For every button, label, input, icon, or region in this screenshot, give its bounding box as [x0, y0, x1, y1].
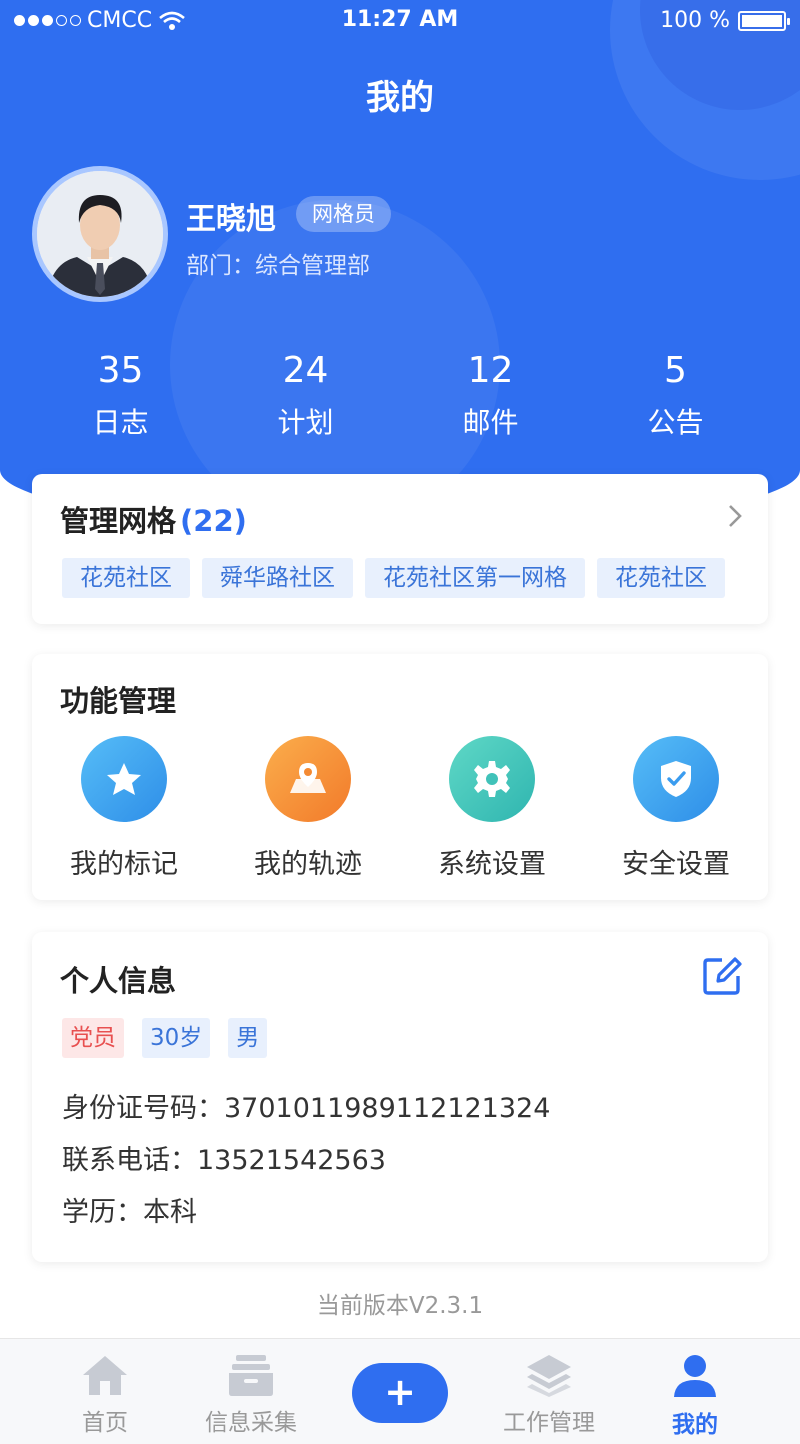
layers-icon — [527, 1355, 571, 1397]
role-badge: 网格员 — [296, 196, 391, 232]
party-badge: 党员 — [62, 1018, 124, 1058]
status-bar: CMCC 11:27 AM 100 % — [0, 0, 800, 42]
edit-icon[interactable] — [700, 954, 744, 998]
function-system-settings[interactable]: 系统设置 — [400, 736, 584, 881]
stat-label: 公告 — [647, 406, 704, 439]
grid-tag[interactable]: 花苑社区 — [62, 558, 190, 598]
function-list: 我的标记 我的轨迹 系统设置 安全设置 — [32, 736, 768, 881]
info-lines: 身份证号码：370101198911212132​4 联系电话：13521542… — [62, 1088, 550, 1244]
grid-tag[interactable]: 花苑社区 — [597, 558, 725, 598]
stat-label: 邮件 — [462, 406, 519, 439]
stat-value: 12 — [467, 350, 514, 391]
tab-label: 信息采集 — [205, 1410, 297, 1436]
add-button[interactable]: + — [352, 1363, 448, 1423]
stat-mail[interactable]: 12 邮件 — [398, 350, 583, 441]
tab-label: 我的 — [672, 1412, 718, 1438]
age-badge: 30岁 — [142, 1018, 211, 1058]
info-badges: 党员 30岁 男 — [62, 1018, 268, 1058]
card-title: 个人信息 — [60, 964, 177, 998]
phone-number: 联系电话：13521542563 — [62, 1145, 386, 1176]
bottom-tab-bar: 首页 信息采集 + 工作管理 我的 — [0, 1338, 800, 1444]
grid-tags: 花苑社区 舜华路社区 花苑社区第一网格 花苑社区 — [62, 558, 725, 598]
function-my-marks[interactable]: 我的标记 — [32, 736, 216, 881]
tab-home[interactable]: 首页 — [30, 1353, 180, 1437]
map-pin-icon — [265, 736, 351, 822]
tab-label: 首页 — [82, 1410, 128, 1436]
battery-percent: 100 % — [660, 8, 730, 33]
card-title: 功能管理 — [60, 684, 177, 718]
version-label: 当前版本V2.3.1 — [316, 1293, 484, 1319]
function-label: 我的轨迹 — [254, 849, 362, 880]
department-label: 部门：综合管理部 — [186, 253, 370, 279]
function-security-settings[interactable]: 安全设置 — [584, 736, 768, 881]
inbox-icon — [229, 1355, 273, 1396]
tab-work-management[interactable]: 工作管理 — [474, 1353, 624, 1437]
function-label: 我的标记 — [70, 849, 178, 880]
tab-info-collection[interactable]: 信息采集 — [176, 1353, 326, 1437]
home-icon — [83, 1356, 127, 1395]
stat-value: 5 — [664, 350, 687, 391]
grid-count: (22) — [180, 504, 247, 538]
function-my-track[interactable]: 我的轨迹 — [216, 736, 400, 881]
stat-logs[interactable]: 35 日志 — [28, 350, 213, 441]
user-icon — [674, 1355, 716, 1397]
managed-grid-card[interactable]: 管理网格 (22) 花苑社区 舜华路社区 花苑社区第一网格 花苑社区 — [32, 474, 768, 624]
stat-plans[interactable]: 24 计划 — [213, 350, 398, 441]
personal-info-card: 个人信息 党员 30岁 男 身份证号码：370101198911212132​4… — [32, 932, 768, 1262]
stat-value: 35 — [97, 350, 144, 391]
stat-value: 24 — [282, 350, 329, 391]
user-name: 王晓旭 — [186, 202, 276, 237]
avatar[interactable] — [32, 166, 168, 302]
tab-label: 工作管理 — [503, 1410, 595, 1436]
function-management-card: 功能管理 我的标记 我的轨迹 系统设置 安全设置 — [32, 654, 768, 900]
gender-badge: 男 — [228, 1018, 268, 1058]
stat-label: 日志 — [92, 406, 149, 439]
shield-check-icon — [633, 736, 719, 822]
grid-title: 管理网格 — [60, 504, 177, 538]
stat-notices[interactable]: 5 公告 — [583, 350, 768, 441]
battery-icon — [738, 10, 790, 31]
page-title: 我的 — [366, 78, 434, 118]
education: 学历：本科 — [62, 1197, 197, 1228]
tab-mine[interactable]: 我的 — [620, 1353, 770, 1439]
chevron-right-icon[interactable] — [726, 502, 744, 538]
star-icon — [81, 736, 167, 822]
gear-icon — [449, 736, 535, 822]
card-title: 管理网格 (22) — [60, 498, 247, 540]
stats-row: 35 日志 24 计划 12 邮件 5 公告 — [28, 350, 768, 441]
id-number: 身份证号码：370101198911212132​4 — [62, 1093, 551, 1124]
grid-tag[interactable]: 舜华路社区 — [202, 558, 353, 598]
grid-tag[interactable]: 花苑社区第一网格 — [365, 558, 585, 598]
stat-label: 计划 — [277, 406, 334, 439]
function-label: 安全设置 — [622, 849, 730, 880]
function-label: 系统设置 — [438, 849, 546, 880]
